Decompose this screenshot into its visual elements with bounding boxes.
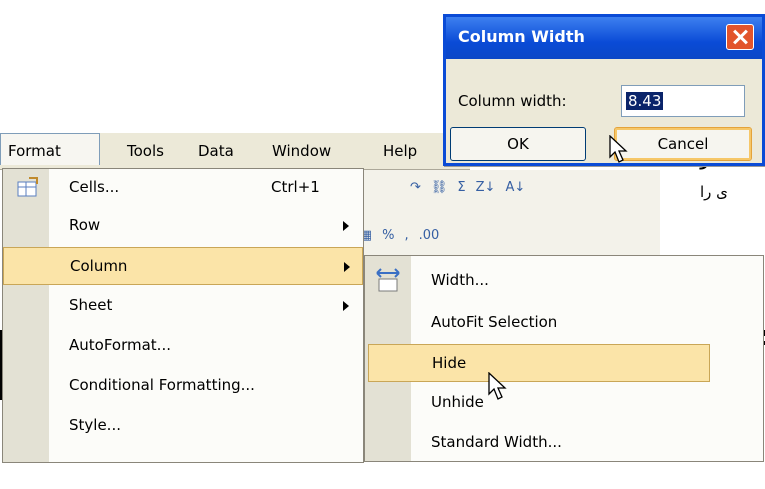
menu-bar: Format Tools Data Window Help <box>0 133 470 170</box>
submenu-item-label: Standard Width... <box>431 433 562 451</box>
submenu-item-hide[interactable]: Hide <box>368 344 710 382</box>
toolbar-row-1: ↷ ⛓ Σ Z↓ A↓ <box>410 172 525 202</box>
background-text-2: ی را <box>700 183 728 201</box>
menu-item-column[interactable]: Column <box>3 247 363 285</box>
menu-item-sheet[interactable]: Sheet <box>3 287 363 325</box>
menu-item-label: Conditional Formatting... <box>69 376 255 394</box>
column-submenu: Width... AutoFit Selection Hide Unhide S… <box>364 255 764 462</box>
menu-item-autoformat[interactable]: AutoFormat... <box>3 327 363 365</box>
link-icon[interactable]: ⛓ <box>431 180 448 195</box>
column-width-icon <box>375 268 401 292</box>
menu-item-label: Row <box>69 216 101 234</box>
menu-item-label: Style... <box>69 416 121 434</box>
mouse-cursor-icon <box>488 372 508 402</box>
submenu-item-autofit-selection[interactable]: AutoFit Selection <box>365 304 763 342</box>
mouse-cursor-icon <box>609 135 629 165</box>
redo-icon[interactable]: ↷ <box>410 180 421 195</box>
menu-item-cells[interactable]: Cells... Ctrl+1 <box>3 169 363 207</box>
sort-ascending-icon[interactable]: A↓ <box>505 180 525 195</box>
ok-button[interactable]: OK <box>450 127 586 161</box>
comma-button[interactable]: , <box>404 228 408 243</box>
menu-item-shortcut: Ctrl+1 <box>271 178 320 196</box>
submenu-item-label: Width... <box>431 271 489 289</box>
submenu-item-width[interactable]: Width... <box>365 262 763 300</box>
submenu-item-unhide[interactable]: Unhide <box>365 384 763 422</box>
submenu-item-standard-width[interactable]: Standard Width... <box>365 424 763 462</box>
submenu-item-label: Hide <box>432 354 467 372</box>
submenu-item-label: Unhide <box>431 393 484 411</box>
menu-item-row[interactable]: Row <box>3 207 363 245</box>
column-width-dialog: Column Width Column width: 8.43 OK Cance… <box>443 14 765 166</box>
submenu-arrow-icon <box>343 221 349 231</box>
menu-item-style[interactable]: Style... <box>3 407 363 445</box>
sigma-icon[interactable]: Σ <box>457 180 465 195</box>
close-icon[interactable] <box>726 24 754 50</box>
dialog-title: Column Width <box>458 27 585 46</box>
menu-item-label: Column <box>70 257 128 275</box>
cancel-button[interactable]: Cancel <box>614 127 752 161</box>
submenu-item-label: AutoFit Selection <box>431 313 558 331</box>
submenu-arrow-icon <box>344 262 350 272</box>
dialog-titlebar[interactable]: Column Width <box>446 17 762 59</box>
submenu-arrow-icon <box>343 301 349 311</box>
menu-item-label: AutoFormat... <box>69 336 171 354</box>
sort-descending-icon[interactable]: Z↓ <box>476 180 496 195</box>
column-width-value: 8.43 <box>626 92 664 110</box>
format-menu: Cells... Ctrl+1 Row Column Sheet AutoFor… <box>2 168 364 463</box>
menu-tools[interactable]: Tools <box>127 142 164 160</box>
menu-format[interactable]: Format <box>8 142 61 160</box>
menu-item-conditional-formatting[interactable]: Conditional Formatting... <box>3 367 363 405</box>
percent-button[interactable]: % <box>382 228 394 243</box>
menu-item-label: Cells... <box>69 178 120 196</box>
menu-window[interactable]: Window <box>272 142 331 160</box>
menu-item-label: Sheet <box>69 296 113 314</box>
column-width-input[interactable]: 8.43 <box>621 85 745 117</box>
menu-help[interactable]: Help <box>383 142 417 160</box>
increase-decimal-icon[interactable]: .00 <box>419 228 440 243</box>
cells-icon <box>17 177 39 197</box>
menu-data[interactable]: Data <box>198 142 234 160</box>
column-width-label: Column width: <box>458 92 567 110</box>
